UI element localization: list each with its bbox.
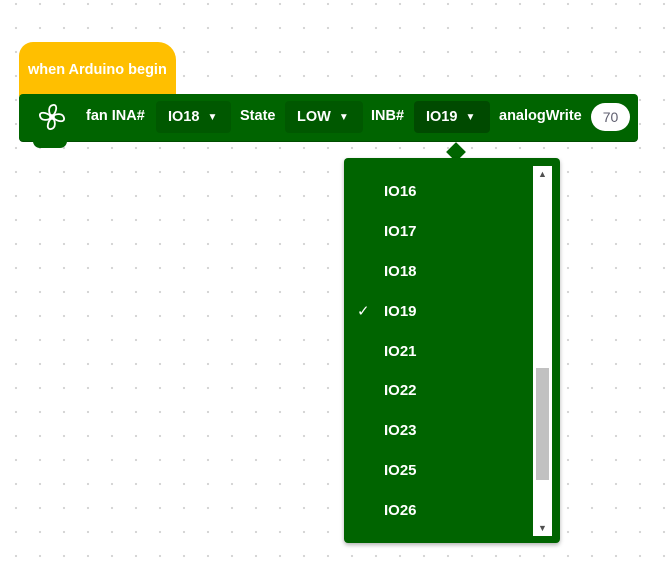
option-label: IO18 (384, 262, 417, 280)
option-label: IO17 (384, 223, 417, 241)
scroll-down-arrow-icon[interactable]: ▼ (533, 520, 552, 536)
inb-pin-value: IO19 (426, 109, 458, 125)
analog-write-label: analogWrite (499, 108, 582, 124)
chevron-down-icon: ▼ (338, 111, 349, 123)
option-label: IO21 (384, 342, 417, 360)
fan-ina-label: fan INA# (86, 108, 145, 124)
inb-pin-dropdown[interactable]: IO19 ▼ (414, 101, 490, 133)
chevron-down-icon: ▼ (207, 111, 218, 123)
scroll-up-arrow-icon[interactable]: ▲ (533, 166, 552, 182)
chevron-down-icon: ▼ (465, 111, 476, 123)
dropdown-option[interactable]: IO25 (344, 451, 529, 491)
state-dropdown[interactable]: LOW ▼ (285, 101, 363, 133)
ina-pin-value: IO18 (168, 109, 200, 125)
option-label: IO26 (384, 501, 417, 519)
dropdown-option[interactable]: IO26 (344, 490, 529, 530)
dropdown-option[interactable]: IO22 (344, 371, 529, 411)
when-arduino-begin-block[interactable]: when Arduino begin (19, 42, 176, 96)
dropdown-option-list: IO16 IO17 IO18 ✓ IO19 IO21 IO22 IO23 IO25… (344, 172, 529, 530)
inb-label: INB# (371, 108, 405, 124)
option-label: IO22 (384, 382, 417, 400)
dropdown-option[interactable]: IO21 (344, 331, 529, 371)
dropdown-option[interactable]: IO16 (344, 172, 529, 212)
dropdown-option[interactable]: IO18 (344, 252, 529, 292)
fan-icon (39, 104, 65, 130)
state-value: LOW (297, 109, 331, 125)
fan-block[interactable]: fan INA# IO18 ▼ State LOW ▼ INB# IO19 ▼ … (19, 94, 638, 141)
option-label: IO25 (384, 461, 417, 479)
hat-block-label: when Arduino begin (28, 62, 167, 78)
analog-value-field[interactable]: 70 (591, 103, 630, 131)
option-label: IO23 (384, 422, 417, 440)
option-label: IO16 (384, 183, 417, 201)
block-connector-notch (33, 141, 67, 148)
check-icon: ✓ (357, 303, 370, 321)
dropdown-option[interactable]: IO23 (344, 411, 529, 451)
state-label: State (240, 108, 276, 124)
scrollbar-thumb[interactable] (536, 368, 549, 480)
dropdown-option-selected[interactable]: ✓ IO19 (344, 291, 529, 331)
blocks-workspace[interactable]: when Arduino begin fan INA# IO18 ▼ State… (0, 0, 666, 575)
dropdown-scrollbar[interactable]: ▲ ▼ (533, 166, 552, 536)
option-label: IO19 (384, 302, 417, 320)
dropdown-option[interactable]: IO17 (344, 212, 529, 252)
pin-dropdown-menu: IO16 IO17 IO18 ✓ IO19 IO21 IO22 IO23 IO25… (344, 158, 560, 543)
ina-pin-dropdown[interactable]: IO18 ▼ (156, 101, 231, 133)
